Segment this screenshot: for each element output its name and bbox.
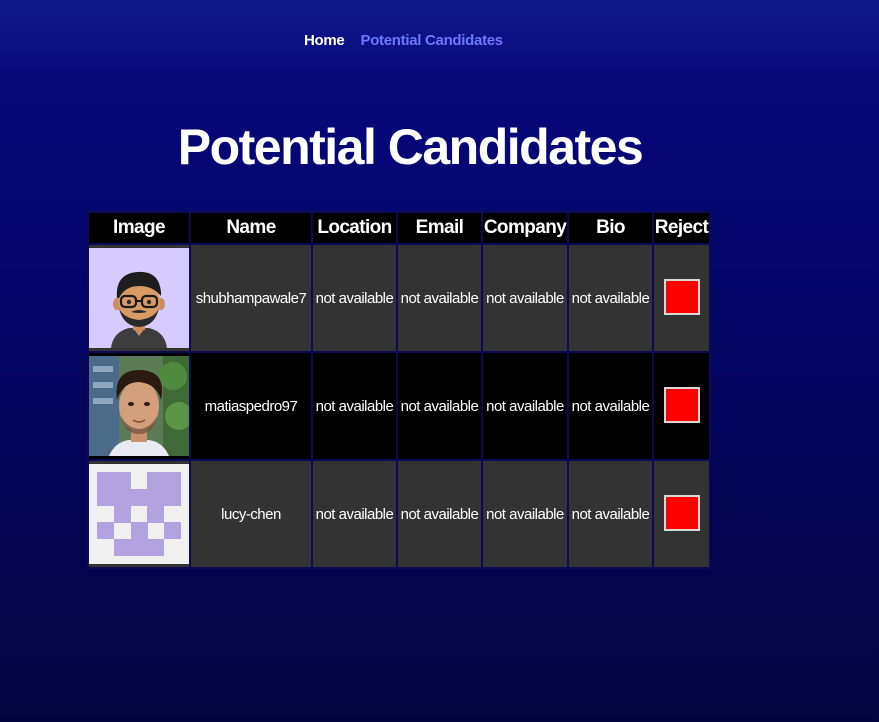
reject-button[interactable] xyxy=(663,495,700,531)
reject-cell xyxy=(652,351,711,461)
cartoon-avatar-glasses-image xyxy=(89,248,189,348)
email-cell: not available xyxy=(396,351,483,461)
header-reject: Reject xyxy=(652,211,711,245)
location-cell: not available xyxy=(311,459,398,569)
reject-cell xyxy=(652,459,711,569)
header-email: Email xyxy=(396,211,483,245)
identicon-avatar-image xyxy=(89,464,189,564)
header-location: Location xyxy=(311,211,398,245)
bio-cell: not available xyxy=(567,243,654,353)
reject-button[interactable] xyxy=(663,387,700,423)
table-row: matiaspedro97 not available not availabl… xyxy=(87,351,711,461)
top-nav: Home Potential Candidates xyxy=(304,32,503,49)
image-cell xyxy=(87,243,191,353)
bio-cell: not available xyxy=(567,351,654,461)
table-row: lucy-chen not available not available no… xyxy=(87,459,711,569)
email-cell: not available xyxy=(396,459,483,569)
email-cell: not available xyxy=(396,243,483,353)
reject-cell xyxy=(652,243,711,353)
name-cell: lucy-chen xyxy=(189,459,313,569)
location-cell: not available xyxy=(311,351,398,461)
header-bio: Bio xyxy=(567,211,654,245)
reject-button[interactable] xyxy=(663,279,700,315)
header-name: Name xyxy=(189,211,313,245)
nav-candidates-link[interactable]: Potential Candidates xyxy=(360,32,503,49)
nav-home-link[interactable]: Home xyxy=(304,32,345,49)
location-cell: not available xyxy=(311,243,398,353)
image-cell xyxy=(87,351,191,461)
candidates-table: Image Name Location Email Company Bio Re… xyxy=(87,211,711,569)
page-title: Potential Candidates xyxy=(177,119,644,175)
name-cell: matiaspedro97 xyxy=(189,351,313,461)
company-cell: not available xyxy=(481,459,569,569)
header-image: Image xyxy=(87,211,191,245)
header-company: Company xyxy=(481,211,569,245)
company-cell: not available xyxy=(481,351,569,461)
company-cell: not available xyxy=(481,243,569,353)
bio-cell: not available xyxy=(567,459,654,569)
name-cell: shubhampawale7 xyxy=(189,243,313,353)
image-cell xyxy=(87,459,191,569)
table-row: shubhampawale7 not available not availab… xyxy=(87,243,711,353)
table-header-row: Image Name Location Email Company Bio Re… xyxy=(87,211,711,245)
photo-avatar-image xyxy=(89,356,189,456)
